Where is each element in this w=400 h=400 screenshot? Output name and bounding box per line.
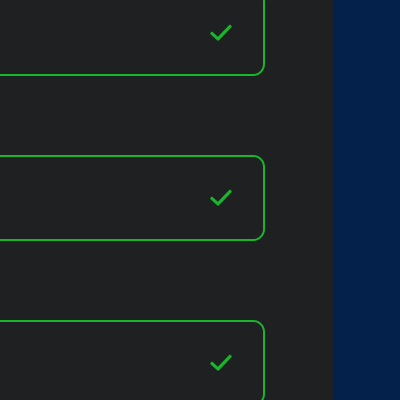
validated-input-field[interactable] [0, 155, 265, 241]
validated-input-field[interactable] [0, 0, 265, 76]
checkmark-icon [209, 23, 233, 43]
validated-input-field[interactable] [0, 320, 265, 400]
form-panel [0, 0, 333, 400]
checkmark-icon [209, 188, 233, 208]
side-panel [333, 0, 400, 400]
checkmark-icon [209, 353, 233, 373]
